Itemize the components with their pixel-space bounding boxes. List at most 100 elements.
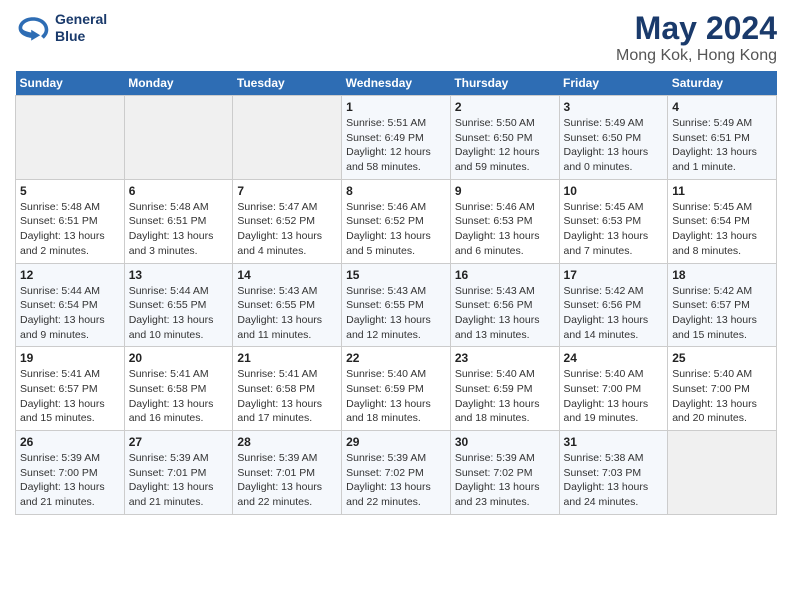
calendar-cell: 1 Sunrise: 5:51 AM Sunset: 6:49 PM Daylig…: [342, 96, 451, 180]
weekday-header-tuesday: Tuesday: [233, 71, 342, 96]
calendar-cell: 21Sunrise: 5:41 AM Sunset: 6:58 PM Dayli…: [233, 347, 342, 431]
day-number: 6: [129, 184, 229, 198]
day-info: Sunrise: 5:39 AM Sunset: 7:00 PM Dayligh…: [20, 451, 120, 510]
calendar-cell: 24 Sunrise: 5:40 AM Sunset: 7:00 PM Dayli…: [559, 347, 668, 431]
day-info: Sunrise: 5:43 AM Sunset: 6:55 PM Dayligh…: [346, 284, 446, 343]
day-info: Sunrise: 5:51 AM Sunset: 6:49 PM Dayligh…: [346, 116, 446, 175]
day-info: Sunrise: 5:44 AM Sunset: 6:54 PM Dayligh…: [20, 284, 120, 343]
day-number: 14: [237, 268, 337, 282]
day-number: 31: [564, 435, 664, 449]
day-info: Sunrise: 5:40 AM Sunset: 7:00 PM Dayligh…: [672, 367, 772, 426]
day-number: 24: [564, 351, 664, 365]
calendar-cell: [124, 96, 233, 180]
calendar-cell: 4Sunrise: 5:49 AM Sunset: 6:51 PM Daylig…: [668, 96, 777, 180]
calendar-cell: 15 Sunrise: 5:43 AM Sunset: 6:55 PM Dayli…: [342, 263, 451, 347]
day-info: Sunrise: 5:46 AM Sunset: 6:52 PM Dayligh…: [346, 200, 446, 259]
day-info: Sunrise: 5:43 AM Sunset: 6:55 PM Dayligh…: [237, 284, 337, 343]
day-info: Sunrise: 5:42 AM Sunset: 6:57 PM Dayligh…: [672, 284, 772, 343]
calendar-cell: 3 Sunrise: 5:49 AM Sunset: 6:50 PM Daylig…: [559, 96, 668, 180]
day-info: Sunrise: 5:38 AM Sunset: 7:03 PM Dayligh…: [564, 451, 664, 510]
calendar-cell: 30 Sunrise: 5:39 AM Sunset: 7:02 PM Dayli…: [450, 431, 559, 515]
day-info: Sunrise: 5:45 AM Sunset: 6:53 PM Dayligh…: [564, 200, 664, 259]
day-number: 3: [564, 100, 664, 114]
day-number: 17: [564, 268, 664, 282]
weekday-header-saturday: Saturday: [668, 71, 777, 96]
day-number: 20: [129, 351, 229, 365]
calendar-cell: 26Sunrise: 5:39 AM Sunset: 7:00 PM Dayli…: [16, 431, 125, 515]
day-number: 9: [455, 184, 555, 198]
calendar-cell: [668, 431, 777, 515]
calendar-cell: 28 Sunrise: 5:39 AM Sunset: 7:01 PM Dayli…: [233, 431, 342, 515]
calendar-cell: 10 Sunrise: 5:45 AM Sunset: 6:53 PM Dayli…: [559, 179, 668, 263]
calendar-cell: [16, 96, 125, 180]
day-number: 16: [455, 268, 555, 282]
calendar-cell: 19 Sunrise: 5:41 AM Sunset: 6:57 PM Dayli…: [16, 347, 125, 431]
calendar-cell: 18Sunrise: 5:42 AM Sunset: 6:57 PM Dayli…: [668, 263, 777, 347]
day-number: 22: [346, 351, 446, 365]
day-info: Sunrise: 5:41 AM Sunset: 6:58 PM Dayligh…: [129, 367, 229, 426]
day-number: 29: [346, 435, 446, 449]
day-info: Sunrise: 5:41 AM Sunset: 6:57 PM Dayligh…: [20, 367, 120, 426]
day-info: Sunrise: 5:41 AM Sunset: 6:58 PM Dayligh…: [237, 367, 337, 426]
day-info: Sunrise: 5:50 AM Sunset: 6:50 PM Dayligh…: [455, 116, 555, 175]
day-number: 4: [672, 100, 772, 114]
day-info: Sunrise: 5:42 AM Sunset: 6:56 PM Dayligh…: [564, 284, 664, 343]
weekday-header-thursday: Thursday: [450, 71, 559, 96]
day-number: 10: [564, 184, 664, 198]
calendar-cell: 31 Sunrise: 5:38 AM Sunset: 7:03 PM Dayli…: [559, 431, 668, 515]
calendar-cell: 27Sunrise: 5:39 AM Sunset: 7:01 PM Dayli…: [124, 431, 233, 515]
day-info: Sunrise: 5:39 AM Sunset: 7:01 PM Dayligh…: [237, 451, 337, 510]
calendar-cell: 6 Sunrise: 5:48 AM Sunset: 6:51 PM Daylig…: [124, 179, 233, 263]
calendar-cell: 8 Sunrise: 5:46 AM Sunset: 6:52 PM Daylig…: [342, 179, 451, 263]
day-info: Sunrise: 5:45 AM Sunset: 6:54 PM Dayligh…: [672, 200, 772, 259]
day-info: Sunrise: 5:40 AM Sunset: 7:00 PM Dayligh…: [564, 367, 664, 426]
day-number: 19: [20, 351, 120, 365]
calendar-cell: 7Sunrise: 5:47 AM Sunset: 6:52 PM Daylig…: [233, 179, 342, 263]
week-row-1: 1 Sunrise: 5:51 AM Sunset: 6:49 PM Daylig…: [16, 96, 777, 180]
day-number: 25: [672, 351, 772, 365]
day-info: Sunrise: 5:44 AM Sunset: 6:55 PM Dayligh…: [129, 284, 229, 343]
calendar-table: SundayMondayTuesdayWednesdayThursdayFrid…: [15, 71, 777, 515]
day-number: 28: [237, 435, 337, 449]
week-row-4: 19 Sunrise: 5:41 AM Sunset: 6:57 PM Dayli…: [16, 347, 777, 431]
calendar-cell: 2Sunrise: 5:50 AM Sunset: 6:50 PM Daylig…: [450, 96, 559, 180]
weekday-header-sunday: Sunday: [16, 71, 125, 96]
week-row-5: 26Sunrise: 5:39 AM Sunset: 7:00 PM Dayli…: [16, 431, 777, 515]
day-number: 15: [346, 268, 446, 282]
calendar-cell: 17 Sunrise: 5:42 AM Sunset: 6:56 PM Dayli…: [559, 263, 668, 347]
week-row-2: 5 Sunrise: 5:48 AM Sunset: 6:51 PM Daylig…: [16, 179, 777, 263]
calendar-cell: [233, 96, 342, 180]
calendar-cell: 25 Sunrise: 5:40 AM Sunset: 7:00 PM Dayli…: [668, 347, 777, 431]
calendar-cell: 14 Sunrise: 5:43 AM Sunset: 6:55 PM Dayli…: [233, 263, 342, 347]
day-info: Sunrise: 5:48 AM Sunset: 6:51 PM Dayligh…: [20, 200, 120, 259]
calendar-cell: 13 Sunrise: 5:44 AM Sunset: 6:55 PM Dayli…: [124, 263, 233, 347]
calendar-cell: 20 Sunrise: 5:41 AM Sunset: 6:58 PM Dayli…: [124, 347, 233, 431]
logo: General Blue: [15, 10, 107, 46]
calendar-cell: 12 Sunrise: 5:44 AM Sunset: 6:54 PM Dayli…: [16, 263, 125, 347]
main-title: May 2024: [616, 10, 777, 47]
day-info: Sunrise: 5:39 AM Sunset: 7:02 PM Dayligh…: [346, 451, 446, 510]
weekday-header-wednesday: Wednesday: [342, 71, 451, 96]
weekday-header-friday: Friday: [559, 71, 668, 96]
calendar-cell: 23 Sunrise: 5:40 AM Sunset: 6:59 PM Dayli…: [450, 347, 559, 431]
day-number: 8: [346, 184, 446, 198]
day-number: 1: [346, 100, 446, 114]
day-info: Sunrise: 5:39 AM Sunset: 7:02 PM Dayligh…: [455, 451, 555, 510]
day-info: Sunrise: 5:40 AM Sunset: 6:59 PM Dayligh…: [346, 367, 446, 426]
day-number: 13: [129, 268, 229, 282]
week-row-3: 12 Sunrise: 5:44 AM Sunset: 6:54 PM Dayli…: [16, 263, 777, 347]
day-info: Sunrise: 5:49 AM Sunset: 6:50 PM Dayligh…: [564, 116, 664, 175]
day-info: Sunrise: 5:48 AM Sunset: 6:51 PM Dayligh…: [129, 200, 229, 259]
weekday-header-monday: Monday: [124, 71, 233, 96]
day-info: Sunrise: 5:40 AM Sunset: 6:59 PM Dayligh…: [455, 367, 555, 426]
day-number: 5: [20, 184, 120, 198]
day-number: 7: [237, 184, 337, 198]
calendar-cell: 16 Sunrise: 5:43 AM Sunset: 6:56 PM Dayli…: [450, 263, 559, 347]
day-number: 30: [455, 435, 555, 449]
header: General Blue May 2024 Mong Kok, Hong Kon…: [15, 10, 777, 65]
day-number: 23: [455, 351, 555, 365]
day-number: 12: [20, 268, 120, 282]
title-block: May 2024 Mong Kok, Hong Kong: [616, 10, 777, 65]
day-info: Sunrise: 5:43 AM Sunset: 6:56 PM Dayligh…: [455, 284, 555, 343]
calendar-cell: 5 Sunrise: 5:48 AM Sunset: 6:51 PM Daylig…: [16, 179, 125, 263]
